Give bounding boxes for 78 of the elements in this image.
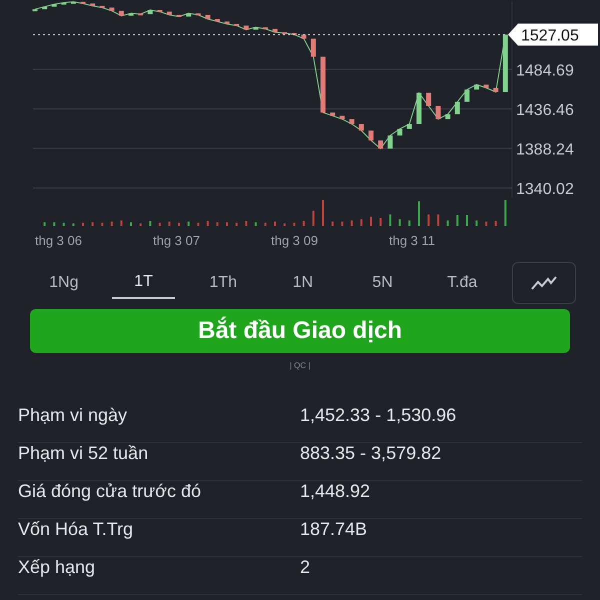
stat-value: 1,448.92 — [300, 481, 370, 502]
candle — [454, 102, 460, 114]
range-tab[interactable]: 1T — [112, 267, 176, 299]
range-tab[interactable]: 1Ng — [32, 268, 96, 298]
candle — [148, 10, 153, 14]
range-tab[interactable]: 5N — [350, 268, 414, 298]
candle — [214, 19, 220, 22]
candle — [301, 34, 306, 39]
candle — [426, 92, 432, 106]
stat-label: Vốn Hóa T.Trg — [18, 519, 134, 540]
stat-value: 187.74B — [300, 519, 368, 540]
chart-type-button[interactable] — [512, 262, 576, 304]
candle — [224, 22, 230, 24]
axis-label: 1436.46 — [516, 102, 574, 119]
candle — [445, 114, 450, 120]
axis-label: 1484.69 — [516, 62, 574, 80]
axis-label: thg 3 09 — [271, 233, 318, 248]
axis-label: 1340.02 — [516, 180, 574, 198]
candle — [52, 4, 57, 7]
axis-label: 1388.24 — [516, 141, 574, 158]
candle — [186, 13, 192, 17]
candle — [493, 88, 498, 92]
candle — [340, 116, 345, 120]
candle — [128, 13, 134, 16]
stat-label: Phạm vi ngày — [18, 405, 128, 426]
range-tab[interactable]: 1Th — [191, 268, 256, 298]
candle — [388, 136, 393, 149]
candle — [70, 2, 76, 4]
candle — [378, 140, 384, 149]
candle — [349, 119, 354, 124]
candle — [368, 130, 374, 140]
candle — [176, 14, 182, 17]
candle — [157, 10, 162, 12]
candle — [397, 128, 402, 136]
candle — [42, 6, 48, 10]
stat-label: Phạm vi 52 tuần — [18, 443, 150, 464]
candle — [32, 9, 38, 12]
candle — [205, 14, 210, 20]
stat-label: Giá đóng cửa trước đó — [18, 481, 202, 502]
candle — [244, 26, 249, 30]
candle — [196, 13, 201, 16]
candle — [282, 32, 288, 34]
candle — [166, 12, 172, 15]
candle — [292, 32, 297, 35]
candle — [61, 2, 66, 5]
axis-label: thg 3 06 — [35, 233, 82, 248]
candle — [80, 2, 86, 4]
candle — [109, 8, 114, 11]
candle — [138, 13, 144, 16]
current-price-tag: 1527.05 — [508, 24, 598, 46]
range-tab[interactable]: 1N — [271, 268, 335, 298]
candle — [406, 124, 412, 129]
candle — [474, 84, 480, 90]
candle — [484, 84, 489, 88]
candle — [253, 27, 258, 30]
range-tab[interactable]: T.đa — [430, 268, 494, 298]
candle — [502, 34, 508, 92]
axis-label: thg 3 11 — [389, 233, 436, 248]
candle — [262, 27, 268, 30]
candle — [118, 10, 124, 16]
axis-label: thg 3 07 — [153, 233, 200, 248]
candle — [272, 28, 278, 32]
stat-value: 883.35 - 3,579.82 — [300, 443, 442, 464]
candle — [100, 6, 105, 8]
stat-value: 2 — [300, 557, 310, 578]
candle — [436, 106, 441, 120]
candle — [416, 92, 422, 124]
candle — [358, 124, 364, 131]
stat-value: 1,452.33 - 1,530.96 — [300, 405, 456, 426]
ad-label: | QC | — [288, 361, 312, 372]
stat-label: Xếp hạng — [18, 557, 96, 578]
candle — [320, 56, 326, 113]
line-chart-icon — [531, 275, 558, 291]
candle — [90, 3, 96, 6]
candle — [234, 24, 240, 26]
candle — [464, 90, 470, 102]
candle — [330, 112, 336, 116]
candle — [310, 38, 316, 57]
